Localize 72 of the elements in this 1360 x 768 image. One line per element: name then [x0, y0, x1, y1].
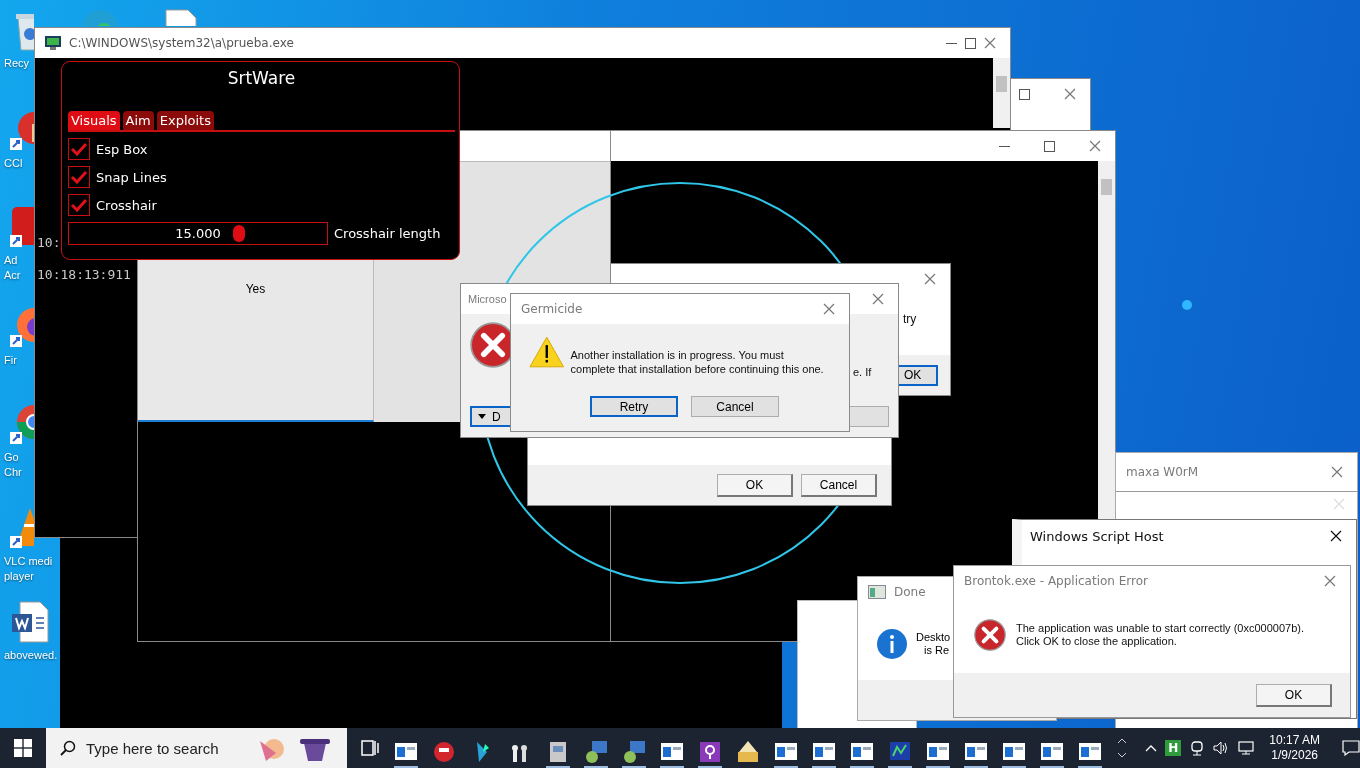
icon-label: Go: [4, 450, 19, 465]
icon-label: CCl: [4, 156, 23, 171]
window-title: Windows Script Host: [1030, 528, 1164, 544]
scroll-arrows-icon[interactable]: [1117, 736, 1128, 760]
dialog-button[interactable]: Cancel: [801, 473, 877, 497]
dialog-text: is Re: [923, 643, 951, 657]
volume-icon[interactable]: [1213, 740, 1230, 756]
dialog-message: The application was unable to start correctly (0xc000007b).: [1016, 621, 1304, 635]
dialog-message: Click OK to close the application.: [1016, 634, 1178, 648]
dialog-message: Another installation is in progress. You must complete that installation before continuing this one.: [570, 348, 825, 376]
dialog-text: try: [903, 312, 917, 326]
tab[interactable]: Visuals: [68, 111, 120, 130]
app-icon[interactable]: [621, 738, 648, 768]
error-icon: [974, 618, 1006, 651]
tab[interactable]: Aim: [122, 111, 154, 130]
windows-start-icon[interactable]: [14, 739, 32, 757]
dot-icon: [1182, 300, 1192, 310]
window-title: maxa W0rM: [1126, 465, 1199, 479]
window-icon: [868, 585, 886, 599]
ok-button[interactable]: OK: [1256, 683, 1332, 707]
icon-label: Fir: [4, 353, 17, 368]
checkbox[interactable]: [68, 194, 90, 216]
warning-icon: [529, 336, 565, 368]
icon-label: Recy: [4, 56, 30, 71]
icon-label: Chr: [4, 465, 22, 480]
option-label: Esp Box: [96, 141, 148, 157]
info-icon: [876, 627, 908, 660]
icon-label: Ad: [4, 253, 18, 268]
app-icon[interactable]: [583, 738, 610, 768]
scrollbar[interactable]: [993, 58, 1010, 128]
dialog-button[interactable]: Cancel: [691, 396, 779, 417]
maximize-icon[interactable]: [1044, 140, 1055, 152]
window-title: Brontok.exe - Application Error: [964, 574, 1149, 588]
tray-badge[interactable]: H: [1165, 740, 1182, 756]
panel-title: SrtWare: [227, 68, 296, 88]
slider-value: 15.000: [175, 225, 221, 241]
close-icon[interactable]: [1330, 530, 1342, 542]
checkbox[interactable]: [68, 138, 90, 160]
search-box[interactable]: Type here to search: [46, 728, 348, 768]
task-view-icon[interactable]: [361, 740, 380, 756]
network-icon[interactable]: [1237, 740, 1256, 756]
window-title: Germicide: [521, 302, 583, 316]
icon-label: player: [4, 569, 34, 584]
dialog-button[interactable]: Retry: [590, 396, 678, 417]
maximize-icon[interactable]: [1019, 88, 1030, 100]
tab[interactable]: Exploits: [156, 111, 214, 130]
notification-icon[interactable]: [1342, 740, 1360, 756]
dialog-button[interactable]: [847, 406, 889, 427]
dialog-button[interactable]: OK: [717, 473, 793, 497]
console-icon: [45, 36, 61, 50]
icon-label: Acr: [4, 268, 21, 283]
maximize-icon[interactable]: [965, 37, 976, 49]
shortcut-icon[interactable]: [8, 205, 34, 249]
console-line: 10:: [37, 235, 62, 251]
search-field[interactable]: Type here to search: [86, 739, 246, 757]
icon-label: VLC medi: [4, 554, 53, 569]
caret-icon: [478, 414, 486, 419]
icon-label: abovewed.: [4, 648, 58, 663]
clock-date[interactable]: 1/9/2026: [1271, 748, 1318, 763]
clock-time[interactable]: 10:17 AM: [1269, 733, 1320, 748]
window-title: Microso: [468, 293, 507, 305]
search-icon: [60, 740, 76, 756]
webcam-icon[interactable]: [1189, 740, 1206, 756]
console-line: 10:18:13:911: [37, 267, 131, 283]
window-title: Done: [894, 585, 926, 599]
slider-track[interactable]: 15.000: [68, 221, 328, 245]
window-title: C:\WINDOWS\system32\a\prueba.exe: [69, 36, 294, 50]
dialog-text: Deskto: [916, 630, 951, 644]
checkbox[interactable]: [68, 166, 90, 188]
dialog-text: e. If: [853, 366, 872, 378]
chevron-icon[interactable]: [1145, 744, 1158, 752]
slider-thumb[interactable]: [233, 224, 246, 242]
